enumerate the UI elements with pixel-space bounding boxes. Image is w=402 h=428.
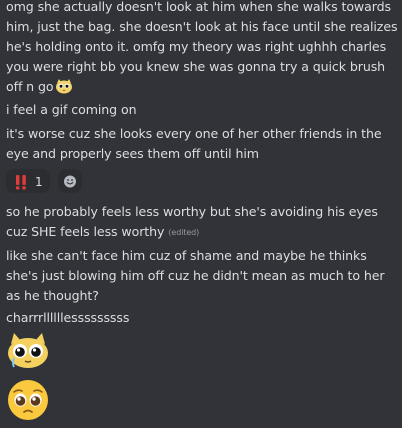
- message-3-text: it's worse cuz she looks every one of he…: [6, 126, 382, 161]
- message-5-text: like she can't face him cuz of shame and…: [6, 248, 385, 303]
- chat-message-list: omg she actually doesn't look at him whe…: [0, 0, 402, 428]
- message-6-text: charrrllllllesssssssss: [6, 310, 130, 325]
- message-4[interactable]: so he probably feels less worthy but she…: [6, 202, 398, 243]
- reaction-count: 1: [35, 175, 43, 189]
- add-reaction-button[interactable]: [58, 169, 82, 193]
- message-3[interactable]: it's worse cuz she looks every one of he…: [6, 124, 398, 164]
- message-1[interactable]: omg she actually doesn't look at him whe…: [6, 0, 398, 97]
- add-reaction-smiley-icon: [64, 175, 76, 188]
- message-2[interactable]: i feel a gif coming on: [6, 100, 398, 120]
- reaction-double-exclamation[interactable]: 1: [6, 169, 50, 193]
- double-exclamation-icon: [14, 174, 28, 190]
- message-5[interactable]: like she can't face him cuz of shame and…: [6, 246, 398, 306]
- pleading-face-emoji: [6, 378, 50, 422]
- edited-label: (edited): [168, 228, 200, 237]
- crying-cat-emoji: [6, 330, 50, 370]
- crying-cat-emoji: [55, 78, 73, 94]
- message-2-text: i feel a gif coming on: [6, 102, 137, 117]
- message-6[interactable]: charrrllllllesssssssss: [6, 308, 398, 328]
